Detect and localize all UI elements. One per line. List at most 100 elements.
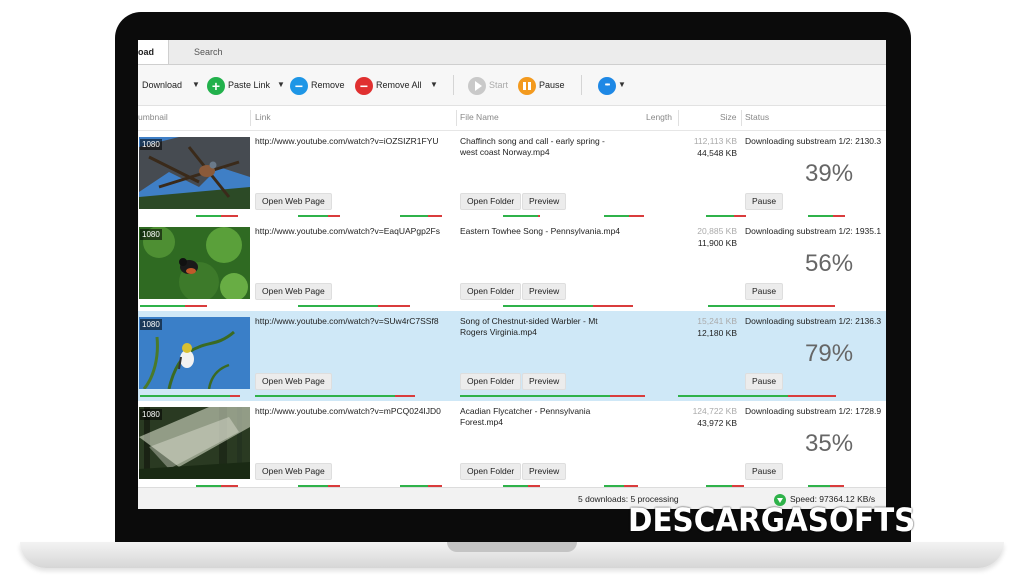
file-name-text: Chaffinch song and call - early spring -… (460, 136, 605, 157)
progress-line (808, 215, 833, 217)
row-pause-button[interactable]: Pause (745, 373, 784, 390)
progress-line (400, 215, 428, 217)
tab-download[interactable]: oad (138, 40, 169, 64)
remove-all-dropdown-caret[interactable]: ▼ (430, 76, 438, 94)
size-downloaded: 43,972 KB (697, 418, 737, 428)
progress-line (833, 215, 845, 217)
remove-label: Remove (311, 80, 345, 90)
col-file-name[interactable]: File Name (460, 106, 499, 128)
pause-button[interactable]: Pause (518, 76, 565, 95)
col-divider[interactable] (678, 110, 679, 126)
progress-line (780, 305, 835, 307)
link-text: http://www.youtube.com/watch?v=EaqUAPgp2… (255, 226, 440, 236)
status-text: Downloading substream 1/2: 2136.3 (745, 316, 882, 326)
remove-button[interactable]: − Remove (290, 76, 345, 95)
open-web-page-button[interactable]: Open Web Page (255, 463, 332, 480)
open-folder-button[interactable]: Open Folder (460, 373, 522, 390)
remove-all-button[interactable]: − Remove All (355, 76, 422, 95)
progress-line (140, 305, 185, 307)
progress-line (460, 395, 610, 397)
file-name-text: Eastern Towhee Song - Pennsylvania.mp4 (460, 226, 621, 236)
col-divider[interactable] (741, 110, 742, 126)
more-dropdown-caret[interactable]: ▼ (618, 76, 626, 94)
col-status[interactable]: Status (745, 106, 769, 128)
size-total: 20,885 KB (697, 226, 737, 236)
row-pause-button[interactable]: Pause (745, 283, 784, 300)
open-folder-button[interactable]: Open Folder (460, 283, 522, 300)
progress-line (328, 215, 340, 217)
progress-percent: 79% (805, 340, 854, 367)
resolution-badge: 1080 (140, 319, 162, 330)
progress-line (538, 215, 540, 217)
preview-button[interactable]: Preview (522, 193, 567, 210)
column-header: umbnail Link File Name Length Size Statu… (138, 106, 886, 131)
progress-line (610, 395, 645, 397)
progress-line (629, 215, 644, 217)
size-downloaded: 11,900 KB (697, 238, 737, 248)
preview-button[interactable]: Preview (522, 283, 567, 300)
laptop-notch (447, 542, 577, 552)
toolbar: Download ▼ + Paste Link ▼ − Remove − Remove… (138, 65, 886, 106)
progress-line (255, 395, 395, 397)
row-pause-button[interactable]: Pause (745, 193, 784, 210)
progress-line (185, 305, 207, 307)
col-size[interactable]: Size (720, 106, 737, 128)
tab-bar: oad Search (138, 40, 886, 65)
file-name-text: Song of Chestnut-sided Warbler - Mt Roge… (460, 316, 598, 337)
video-thumbnail: 1080 (139, 317, 250, 389)
open-web-page-button[interactable]: Open Web Page (255, 283, 332, 300)
row-pause-button[interactable]: Pause (745, 463, 784, 480)
open-web-page-button[interactable]: Open Web Page (255, 193, 332, 210)
status-text: Downloading substream 1/2: 2130.3 (745, 136, 882, 146)
remove-all-label: Remove All (376, 80, 422, 90)
progress-line (503, 215, 538, 217)
size-total: 15,241 KB (697, 316, 737, 326)
link-text: http://www.youtube.com/watch?v=iOZSIZR1F… (255, 136, 439, 146)
size-downloaded: 12,180 KB (697, 328, 737, 338)
download-dropdown-caret[interactable]: ▼ (192, 76, 200, 94)
col-link[interactable]: Link (255, 106, 271, 128)
pause-label: Pause (539, 80, 565, 90)
table-row[interactable]: 1080 http://www.youtube.com/watch?v=iOZS… (138, 131, 886, 222)
progress-line (708, 305, 780, 307)
video-thumbnail: 1080 (139, 407, 250, 479)
minus-icon: − (355, 76, 373, 95)
more-icon: ••• (598, 76, 616, 95)
progress-line (604, 215, 629, 217)
download-label: Download (142, 80, 183, 90)
open-web-page-button[interactable]: Open Web Page (255, 373, 332, 390)
tab-search[interactable]: Search (194, 40, 223, 64)
table-row[interactable]: 1080 http://www.youtube.com/watch?v=EaqU… (138, 221, 886, 312)
minus-icon: − (290, 76, 308, 95)
app-window: oad Search Download ▼ + Paste Link ▼ − Rem… (138, 40, 886, 509)
progress-line (140, 395, 230, 397)
table-row[interactable]: 1080 http://www.youtube.com/watch?v=mPCQ… (138, 401, 886, 492)
resolution-badge: 1080 (140, 139, 162, 150)
col-length[interactable]: Length (646, 106, 672, 128)
more-button[interactable]: ••• (598, 76, 619, 95)
col-divider[interactable] (456, 110, 457, 126)
progress-line (734, 215, 746, 217)
col-thumbnail[interactable]: umbnail (138, 106, 168, 128)
col-divider[interactable] (250, 110, 251, 126)
progress-line (788, 395, 836, 397)
plus-icon: + (207, 76, 225, 95)
paste-link-label: Paste Link (228, 80, 271, 90)
link-text: http://www.youtube.com/watch?v=mPCQ024IJ… (255, 406, 441, 416)
video-thumbnail: 1080 (139, 137, 250, 209)
open-folder-button[interactable]: Open Folder (460, 193, 522, 210)
download-button[interactable]: Download (142, 76, 182, 94)
table-row-selected[interactable]: 1080 http://www.youtube.com/watch?v=SUw4… (138, 311, 886, 402)
progress-line (593, 305, 633, 307)
paste-link-dropdown-caret[interactable]: ▼ (277, 76, 285, 94)
resolution-badge: 1080 (140, 229, 162, 240)
start-button[interactable]: Start (468, 76, 508, 95)
open-folder-button[interactable]: Open Folder (460, 463, 522, 480)
size-total: 124,722 KB (692, 406, 737, 416)
progress-percent: 56% (805, 250, 854, 277)
progress-line (196, 215, 221, 217)
preview-button[interactable]: Preview (522, 373, 567, 390)
progress-line (395, 395, 415, 397)
paste-link-button[interactable]: + Paste Link (207, 76, 271, 95)
preview-button[interactable]: Preview (522, 463, 567, 480)
